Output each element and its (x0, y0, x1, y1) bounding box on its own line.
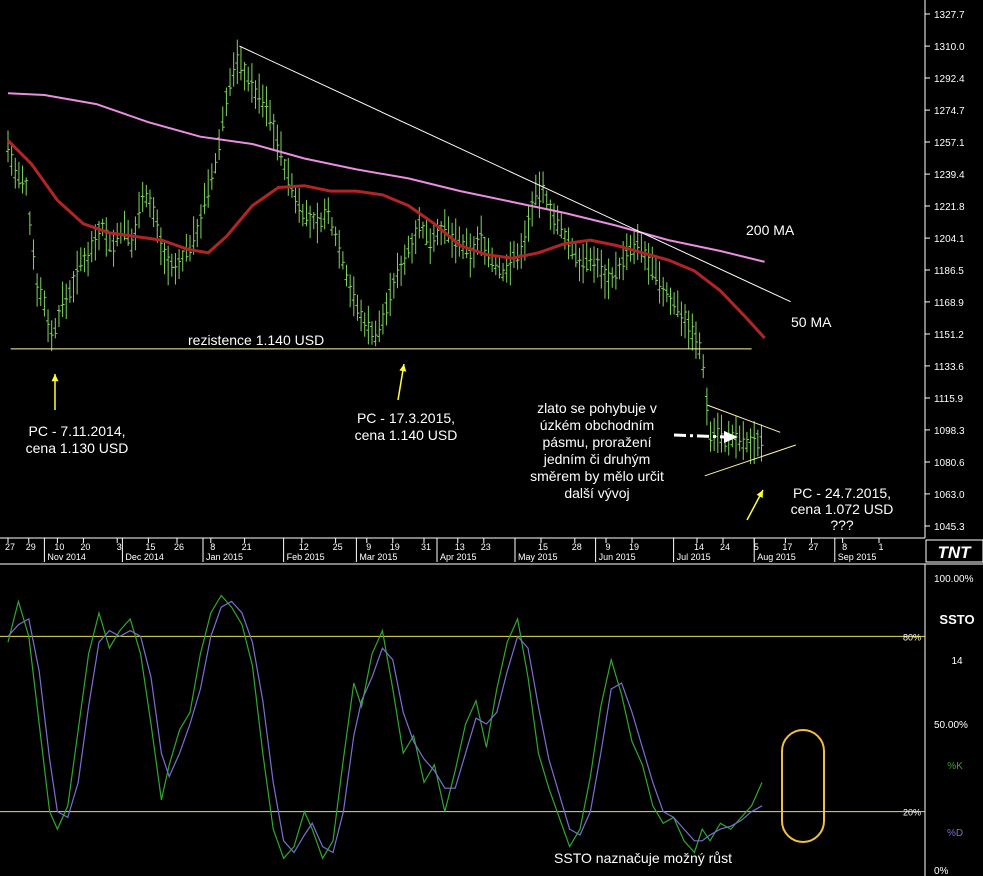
price-y-tick-label: 1221.8 (934, 202, 965, 213)
x-tick-label: 21 (242, 542, 252, 552)
month-label: Jun 2015 (599, 552, 636, 562)
x-tick-label: 28 (572, 542, 582, 552)
x-tick-label: 1 (878, 542, 883, 552)
pc2-label: PC - 17.3.2015, cena 1.140 USD (355, 410, 458, 443)
month-label: Nov 2014 (47, 552, 86, 562)
month-label: Jan 2015 (206, 552, 243, 562)
price-y-tick-label: 1133.6 (934, 362, 964, 373)
x-tick-label: 29 (26, 542, 36, 552)
x-tick-label: 17 (782, 542, 792, 552)
price-y-tick-label: 1310.0 (934, 42, 965, 53)
time-axis: 27 29 10 20 3 15 26 8 21 12 25 9 19 31 13 23 15 28 9 19 14 24… (0, 537, 983, 565)
x-tick-label: 31 (421, 542, 431, 552)
pc3-label-line: cena 1.072 USD (791, 501, 894, 517)
ssto-level-label: 80% (903, 632, 921, 642)
commentary-label-line: další vývoj (564, 485, 629, 501)
x-tick-label: 9 (366, 542, 371, 552)
pc3-label-line: ??? (830, 517, 854, 533)
month-label: May 2015 (518, 552, 558, 562)
ssto-k-label: %K (947, 761, 963, 772)
x-tick-label: 8 (210, 542, 215, 552)
pc3-label-line: PC - 24.7.2015, (793, 485, 891, 501)
price-y-tick-label: 1239.4 (934, 170, 965, 181)
x-tick-label: 20 (80, 542, 90, 552)
price-y-tick-label: 1168.9 (934, 298, 964, 309)
x-tick-label: 23 (481, 542, 491, 552)
x-tick-label: 12 (299, 542, 309, 552)
ssto-title: SSTO (939, 612, 974, 627)
x-tick-label: 14 (694, 542, 704, 552)
x-tick-label: 3 (117, 542, 122, 552)
commentary-label-line: zlato se pohybuje v (537, 400, 657, 416)
price-y-tick-label: 1151.2 (934, 330, 964, 341)
commentary-label-line: jedním či druhým (543, 451, 651, 467)
ssto-level-label: 20% (903, 808, 921, 818)
x-tick-label: 13 (455, 542, 465, 552)
month-label: Sep 2015 (838, 552, 877, 562)
month-label: Mar 2015 (359, 552, 397, 562)
month-label: Jul 2015 (677, 552, 711, 562)
x-tick-label: 25 (333, 542, 343, 552)
pc1-label: PC - 7.11.2014, cena 1.130 USD (26, 423, 129, 456)
resistance-label: rezistence 1.140 USD (188, 332, 324, 348)
price-y-tick-label: 1098.3 (934, 426, 965, 437)
price-y-tick-label: 1080.6 (934, 458, 965, 469)
x-tick-label: 19 (629, 542, 639, 552)
x-tick-label: 19 (390, 542, 400, 552)
commentary-label-line: úzkém obchodním (540, 417, 654, 433)
ssto-d-label: %D (947, 828, 963, 839)
pc1-label-line: cena 1.130 USD (26, 440, 129, 456)
chart-stage: 1045.31063.01080.61098.31115.91133.61151… (0, 0, 983, 876)
logo-text: TNT (937, 543, 972, 562)
price-y-tick-label: 1274.7 (934, 106, 965, 117)
month-label: Aug 2015 (757, 552, 796, 562)
price-y-tick-label: 1115.9 (934, 394, 964, 405)
commentary-label-line: směrem by mělo určit (530, 468, 664, 484)
tnt-logo: TNT (925, 539, 983, 563)
x-tick-label: 8 (842, 542, 847, 552)
ssto-note: SSTO naznačuje možný růst (554, 850, 732, 866)
price-y-tick-label: 1292.4 (934, 74, 965, 85)
x-tick-label: 27 (808, 542, 818, 552)
month-label: Feb 2015 (287, 552, 325, 562)
ssto-y-tick-label: 50.00% (934, 720, 968, 731)
x-tick-label: 15 (538, 542, 548, 552)
commentary-label-line: pásmu, proražení (543, 434, 652, 450)
price-y-tick-label: 1204.1 (934, 234, 965, 245)
x-tick-label: 10 (54, 542, 64, 552)
price-y-tick-label: 1186.5 (934, 266, 964, 277)
ma50-label: 50 MA (791, 314, 832, 330)
ssto-y-tick-label: 0% (934, 866, 949, 876)
pc1-label-line: PC - 7.11.2014, (28, 423, 125, 439)
price-y-tick-label: 1257.1 (934, 138, 965, 149)
x-tick-label: 15 (145, 542, 155, 552)
price-y-tick-label: 1045.3 (934, 522, 965, 533)
price-y-tick-label: 1063.0 (934, 490, 965, 501)
x-tick-label: 26 (174, 542, 184, 552)
ssto-period: 14 (951, 656, 963, 667)
ma200-label: 200 MA (746, 222, 795, 238)
pc2-label-line: cena 1.140 USD (355, 427, 458, 443)
pc2-label-line: PC - 17.3.2015, (357, 410, 455, 426)
x-tick-label: 24 (720, 542, 730, 552)
month-label: Apr 2015 (440, 552, 477, 562)
x-tick-label: 9 (605, 542, 610, 552)
price-y-tick-label: 1327.7 (934, 10, 965, 21)
month-label: Dec 2014 (125, 552, 164, 562)
ssto-y-tick-label: 100.00% (934, 574, 974, 585)
x-tick-label: 27 (5, 542, 15, 552)
